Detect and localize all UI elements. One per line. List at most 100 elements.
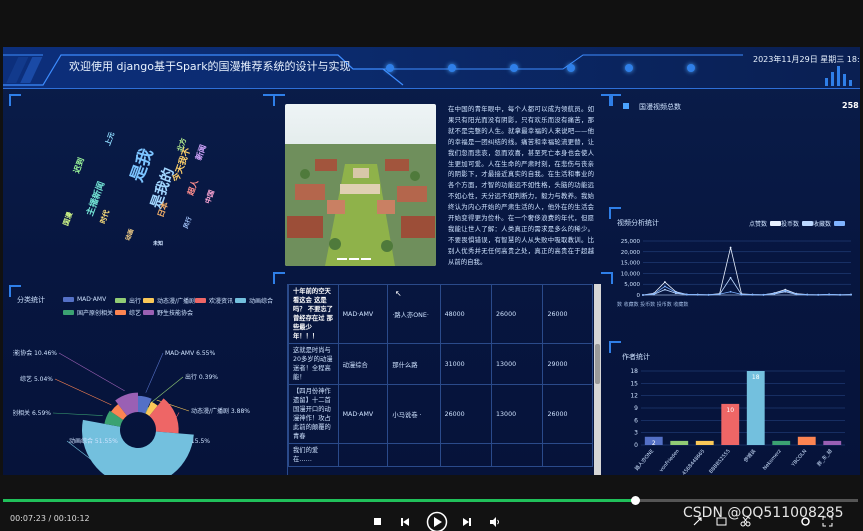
play-icon[interactable] — [426, 511, 448, 531]
stop-icon[interactable] — [373, 517, 382, 526]
next-icon[interactable] — [462, 517, 472, 527]
table-cell — [337, 443, 389, 467]
volume-icon[interactable] — [489, 517, 500, 527]
line-point — [784, 289, 787, 292]
table-row[interactable]: 十年前的空天看这会 这是吗？ 不要忘了曾经存在过 那些最少年！！！ MAD·AMV… — [288, 284, 593, 344]
author-bar-chart: 0 3 6 9 12 15 18 2路人亦ONE vonFrieden 4568448665 10 B… — [630, 368, 845, 475]
previous-icon[interactable] — [400, 517, 410, 527]
table-cell: 这就是时尚与20多岁的动漫迷者！全程高能！ — [288, 343, 339, 385]
bar — [823, 440, 842, 445]
bar-data-label: 18 — [752, 374, 760, 381]
line-point — [653, 293, 655, 295]
table-cell: 13000 — [491, 343, 544, 385]
rose-label: 动画综合 51.55% — [69, 437, 118, 445]
table-cell: 26000 — [491, 284, 544, 344]
table-row[interactable]: 我们的爱在…… — [288, 443, 593, 467]
bar-tick-label: 9 — [634, 405, 638, 412]
table-cell — [439, 443, 493, 467]
word: 新闻 — [194, 143, 208, 162]
table-row[interactable]: 这就是时尚与20多岁的动漫迷者！全程高能！ 动漫综合 那什么路 31000 13000 2… — [288, 343, 593, 385]
legend-label: 野生技能协会 — [157, 310, 194, 317]
line-point — [850, 293, 852, 296]
table-cell: 26000 — [439, 384, 493, 444]
legend-item[interactable]: 野生技能协会 — [143, 308, 193, 317]
word: 上元 — [103, 131, 117, 147]
line-series — [642, 276, 852, 296]
video-legend-swatch — [834, 221, 846, 226]
progress-track[interactable] — [3, 496, 858, 505]
mouse-cursor-icon: ↖ — [395, 289, 402, 298]
legend-swatch — [115, 298, 126, 303]
table-cell: 26000 — [542, 284, 593, 344]
line-point — [762, 293, 765, 296]
video-panel-note: 数 收藏数 投币数 投币数 收藏数 — [617, 302, 689, 308]
word: 迟到 — [72, 156, 86, 175]
legend-swatch — [195, 298, 206, 303]
panel-corner — [273, 94, 285, 106]
video-legend-label: 收藏数 — [813, 221, 832, 228]
progress-knob[interactable] — [630, 496, 640, 505]
line-point — [718, 293, 721, 296]
legend-item[interactable]: 动态漫/广播剧 — [143, 296, 195, 305]
table-cell: 48000 — [439, 284, 493, 344]
legend-item[interactable]: 动画综合 — [235, 296, 273, 305]
word: 时代 — [98, 209, 112, 225]
legend-label: 动画综合 — [249, 298, 274, 305]
video-legend-label: 点赞数 — [749, 221, 768, 228]
bar-category-label: Nekomerz — [762, 448, 783, 471]
video-legend-item[interactable]: 投币数 — [781, 219, 816, 228]
table-scrollbar[interactable] — [594, 284, 601, 475]
bar-data-label: 10 — [726, 407, 734, 414]
rose-label: 综艺 5.04% — [20, 375, 53, 383]
line-point — [795, 293, 798, 296]
video-player-bar: 00:07:23 / 00:10:12 CSDN @QQ511008285 — [0, 475, 863, 531]
rose-label: 国产原创相关 6.59% — [13, 409, 51, 417]
header-dot — [448, 64, 456, 72]
legend-swatch — [235, 298, 246, 303]
datetime-label: 2023年11月29日 星期三 18:19:28 — [753, 55, 860, 64]
legend-swatch — [143, 310, 154, 315]
bar-data-label: 2 — [652, 440, 656, 447]
legend-label: 国产原创相关 — [77, 310, 114, 317]
table-scrollbar-thumb[interactable] — [595, 344, 600, 384]
table-cell: 小马说卷 · — [387, 384, 441, 444]
metric-marker — [623, 103, 629, 109]
line-point — [707, 293, 710, 296]
video-table-grid: 十年前的空天看这会 这是吗？ 不要忘了曾经存在过 那些最少年！！！ MAD·AMV… — [288, 284, 593, 467]
line-point — [642, 294, 644, 296]
legend-swatch — [143, 298, 154, 303]
legend-item[interactable]: 欢漫资讯 — [195, 296, 233, 305]
line-point — [729, 246, 732, 249]
rose-label: 动态漫/广播剧 3.88% — [191, 407, 250, 415]
description-text: 在中国的青年眼中，每个人都可以成为领航员。如果只有阳光而没有阴影，只有欢乐而没有… — [448, 105, 594, 266]
line-point — [729, 290, 732, 293]
bar-category-label: 路人亦ONE — [633, 448, 655, 472]
rose-label: 出行 0.39% — [185, 373, 218, 381]
bar-category-label: BBBBS2555 — [708, 448, 732, 474]
header-dot — [687, 64, 695, 72]
rose-label: 野生技能协会 10.46% — [13, 349, 57, 357]
header-bar: 欢迎使用 django基于Spark的国漫推荐系统的设计与实现 2023年11月… — [3, 47, 860, 89]
legend-item[interactable]: 综艺 — [115, 308, 141, 317]
metric-label: 国漫视频总数 — [639, 103, 681, 111]
metric-value: 258 — [842, 101, 859, 110]
legend-item[interactable]: 出行 — [115, 296, 141, 305]
bar-category-label: 伊城谈 — [742, 448, 757, 464]
line-point — [828, 293, 831, 296]
bar-category-label: 4568448665 — [681, 448, 706, 475]
line-point — [839, 293, 841, 296]
line-series — [642, 247, 852, 296]
video-legend-item[interactable]: 收藏数 — [813, 219, 848, 228]
legend-item[interactable]: MAD·AMV — [63, 296, 106, 303]
panel-corner — [609, 341, 621, 353]
rose-label: MAD·AMV 6.55% — [165, 350, 215, 357]
legend-label: MAD·AMV — [77, 296, 107, 303]
bar-tick-label: 0 — [634, 442, 638, 449]
category-rose-chart: MAD·AMV 6.55%出行 0.39%动态漫/广播剧 3.88%欢漫资讯 1… — [13, 349, 250, 475]
video-legend-item[interactable]: 点赞数 — [749, 219, 784, 228]
legend-item[interactable]: 国产原创相关 — [63, 308, 113, 317]
word: 未知 — [153, 241, 164, 247]
line-tick-label: 20,000 — [621, 250, 641, 256]
table-row[interactable]: 【四月份神作遗留】十二首国漫开口的动漫神作！攻占此前的颠覆的青春 MAD·AMV 小… — [288, 384, 593, 444]
legend-swatch — [63, 297, 74, 302]
